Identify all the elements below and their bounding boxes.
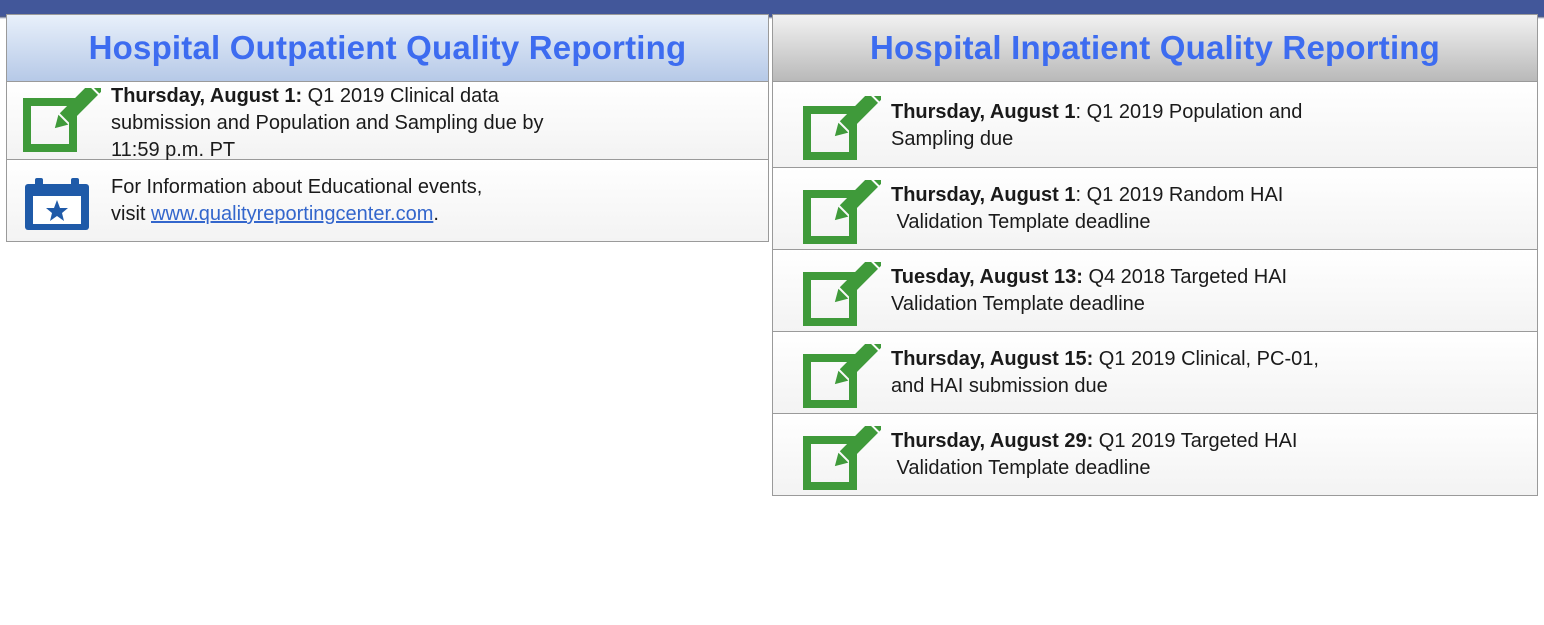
item-desc: Sampling due — [891, 128, 1014, 150]
inpatient-title: Hospital Inpatient Quality Reporting — [869, 29, 1441, 66]
inpatient-item-4: Thursday, August 15: Q1 2019 Clinical, P… — [772, 332, 1538, 414]
item-desc: Q1 2019 Clinical data — [302, 85, 499, 107]
outpatient-item-2: For Information about Educational events… — [6, 160, 769, 242]
item-desc: Q1 2019 Clinical, PC-01, — [1093, 348, 1319, 370]
outpatient-title: Hospital Outpatient Quality Reporting — [88, 29, 687, 66]
outpatient-header: Hospital Outpatient Quality Reporting — [6, 14, 769, 82]
inpatient-item-5: Thursday, August 29: Q1 2019 Targeted HA… — [772, 414, 1538, 496]
inpatient-item-2: Thursday, August 1: Q1 2019 Random HAI V… — [772, 168, 1538, 250]
inpatient-item-3: Tuesday, August 13: Q4 2018 Targeted HAI… — [772, 250, 1538, 332]
edit-check-icon — [801, 253, 884, 333]
item-desc: Validation Template deadline — [891, 293, 1145, 315]
edit-check-icon — [801, 335, 884, 415]
outpatient-item-1-text: Thursday, August 1: Q1 2019 Clinical dat… — [111, 83, 544, 164]
outpatient-item-1: Thursday, August 1: Q1 2019 Clinical dat… — [6, 79, 769, 161]
inpatient-header: Hospital Inpatient Quality Reporting — [772, 14, 1538, 82]
edit-check-icon — [801, 417, 884, 497]
item-date: Thursday, August 29: — [891, 430, 1094, 452]
edit-check-icon — [21, 79, 104, 159]
inpatient-item-5-text: Thursday, August 29: Q1 2019 Targeted HA… — [891, 428, 1297, 482]
item-desc: Validation Template deadline — [891, 211, 1151, 233]
calendar-star-icon — [21, 176, 93, 237]
visit-prefix: visit — [111, 203, 151, 225]
item-date: Thursday, August 15: — [891, 348, 1094, 370]
item-desc: For Information about Educational events… — [111, 176, 483, 198]
item-date: Thursday, August 1: — [111, 85, 303, 107]
inpatient-column: Hospital Inpatient Quality Reporting Thu… — [772, 14, 1538, 496]
item-desc: Q4 2018 Targeted HAI — [1082, 266, 1288, 288]
item-desc: : Q1 2019 Population and — [1075, 101, 1303, 123]
item-date: Thursday, August 1 — [891, 184, 1076, 206]
item-date: Thursday, August 1 — [891, 101, 1076, 123]
edit-check-icon — [801, 171, 884, 251]
outpatient-column: Hospital Outpatient Quality Reporting Th… — [6, 14, 769, 242]
inpatient-item-3-text: Tuesday, August 13: Q4 2018 Targeted HAI… — [891, 264, 1287, 318]
outpatient-item-2-text: For Information about Educational events… — [111, 174, 482, 228]
item-desc: : Q1 2019 Random HAI — [1075, 184, 1284, 206]
item-desc: and HAI submission due — [891, 375, 1108, 397]
item-desc: submission and Population and Sampling d… — [111, 112, 544, 134]
quality-reporting-link[interactable]: www.qualityreportingcenter.com — [151, 203, 433, 225]
item-date: Tuesday, August 13: — [891, 266, 1083, 288]
item-desc: Validation Template deadline — [891, 457, 1151, 479]
edit-check-icon — [801, 87, 884, 167]
link-suffix: . — [433, 203, 439, 225]
inpatient-item-2-text: Thursday, August 1: Q1 2019 Random HAI V… — [891, 182, 1283, 236]
inpatient-item-1: Thursday, August 1: Q1 2019 Population a… — [772, 82, 1538, 168]
inpatient-item-1-text: Thursday, August 1: Q1 2019 Population a… — [891, 99, 1302, 153]
item-desc: Q1 2019 Targeted HAI — [1093, 430, 1298, 452]
inpatient-item-4-text: Thursday, August 15: Q1 2019 Clinical, P… — [891, 346, 1319, 400]
